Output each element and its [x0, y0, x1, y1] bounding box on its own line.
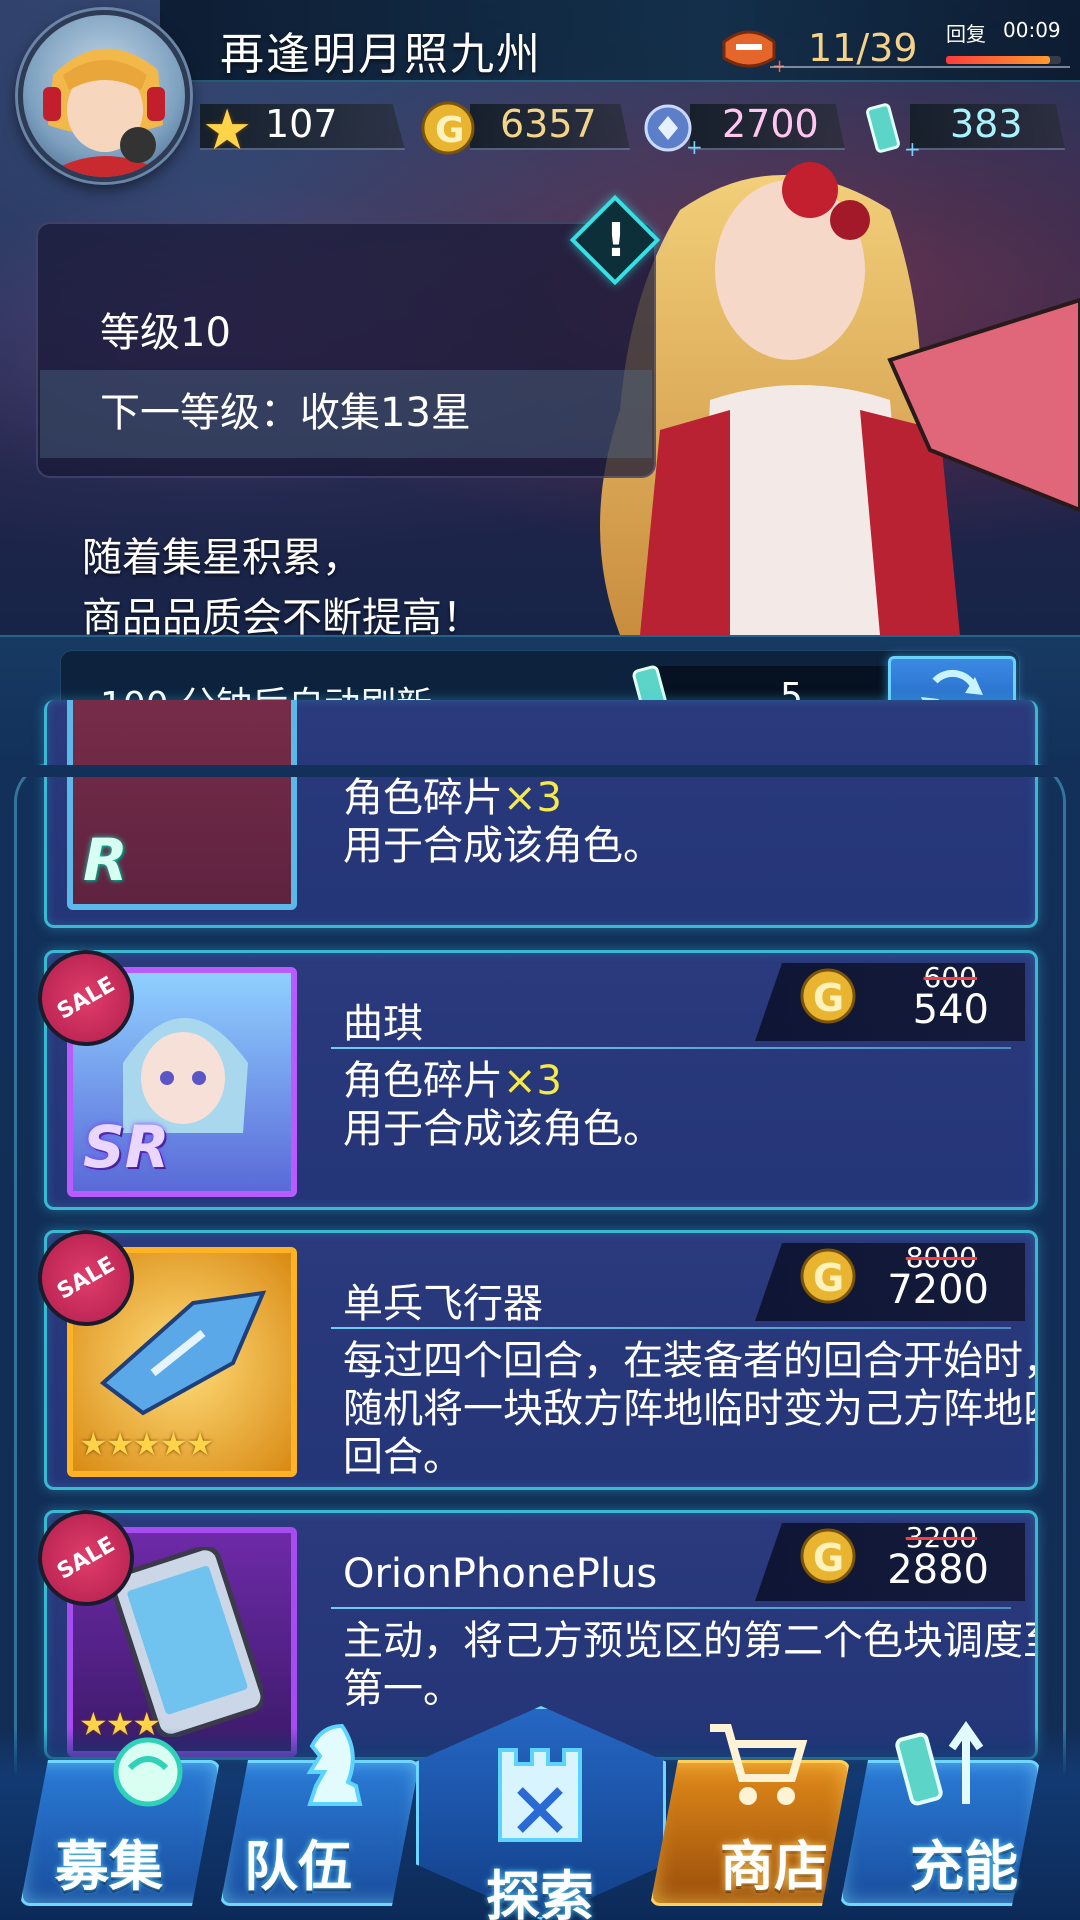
item-description: 每过四个回合，在装备者的回合开始时，随机将一块敌方阵地临时变为己方阵地四回合。	[343, 1338, 1038, 1480]
item-name: 单兵飞行器	[343, 1281, 543, 1327]
gold-coin-icon: G	[800, 968, 856, 1024]
stars-count: 107	[265, 102, 338, 146]
star-rating: ★★★★★	[79, 1425, 214, 1463]
star-icon: ★	[202, 98, 253, 163]
recruit-icon	[113, 1737, 183, 1807]
explore-castle-icon	[498, 1748, 582, 1842]
gems-count: 2700	[722, 102, 819, 146]
item-description: 角色碎片×3 用于合成该角色。	[343, 1057, 1035, 1153]
nav-recruit-label: 募集	[55, 1835, 163, 1898]
item-desc-rest: 用于合成该角色。	[343, 1106, 663, 1152]
card-divider	[331, 1327, 1011, 1329]
player-name: 再逢明月照九州	[220, 29, 542, 80]
player-avatar[interactable]	[18, 10, 190, 182]
item-desc-prefix: 角色碎片	[343, 1058, 503, 1104]
recover-bar-fill	[946, 56, 1050, 64]
recover-timer: 00:09	[1003, 18, 1061, 42]
next-level-requirement: 下一等级：收集13星	[100, 390, 471, 436]
charge-battery-icon	[895, 1721, 984, 1806]
knight-chess-icon	[306, 1723, 363, 1806]
gold-count: 6357	[500, 102, 597, 146]
recover-label: 回复	[946, 22, 986, 46]
svg-text:G: G	[813, 1256, 844, 1300]
item-name: 曲琪	[343, 1001, 423, 1047]
shopping-cart-icon	[710, 1724, 808, 1805]
sale-price: 2880	[887, 1547, 989, 1593]
gold-coin-icon: G	[800, 1528, 856, 1584]
svg-text:+: +	[772, 56, 784, 74]
svg-text:G: G	[813, 976, 844, 1020]
item-desc-quantity: ×3	[503, 1058, 562, 1104]
nav-charge-label: 充能	[910, 1835, 1018, 1898]
avatar-portrait	[43, 48, 173, 177]
item-description: 角色碎片×3 用于合成该角色。	[343, 774, 1035, 870]
nav-team-label: 队伍	[244, 1835, 352, 1898]
item-description: 主动，将己方预览区的第二个色块调度至第一。	[343, 1618, 1038, 1712]
nav-shop-label: 商店	[720, 1835, 828, 1898]
level-label: 等级10	[100, 310, 231, 356]
svg-text:+: +	[686, 135, 703, 156]
list-top-edge	[14, 765, 1066, 777]
sale-price: 7200	[887, 1267, 989, 1313]
item-thumbnail: R	[67, 700, 297, 910]
card-divider	[331, 1607, 1011, 1609]
rarity-badge: R	[83, 826, 128, 894]
shop-item-card[interactable]: ★★★★★ 单兵飞行器 G 8000 7200 每过四个回合，在装备者的回合开始…	[44, 1230, 1038, 1490]
gem-currency-icon[interactable]: +	[640, 100, 704, 156]
stamina-underline	[770, 66, 1070, 68]
info-exclamation-icon: !	[605, 213, 627, 267]
shop-item-card[interactable]: SR 曲琪 G 600 540 角色碎片×3 用于合成该角色。	[44, 950, 1038, 1210]
stamina-value: 11/39	[808, 26, 918, 70]
gold-coin-icon[interactable]: G	[420, 100, 476, 156]
hint-line-1: 随着集星积累，	[82, 535, 362, 581]
svg-text:G: G	[813, 1536, 844, 1580]
shop-item-card[interactable]: R 角色碎片×3 用于合成该角色。	[44, 700, 1038, 928]
rarity-badge: SR	[83, 1113, 170, 1181]
sale-price: 540	[912, 987, 989, 1033]
card-divider	[331, 1047, 1011, 1049]
gold-coin-icon: G	[800, 1248, 856, 1304]
nav-explore-label: 探索	[486, 1865, 594, 1920]
item-name: OrionPhonePlus	[343, 1551, 658, 1597]
energy-battery-icon[interactable]: +	[860, 98, 924, 158]
energy-count: 383	[950, 102, 1023, 146]
item-desc-prefix: 角色碎片	[343, 775, 503, 821]
item-desc-quantity: ×3	[503, 775, 562, 821]
svg-text:G: G	[435, 110, 465, 151]
svg-text:+: +	[904, 137, 921, 158]
item-desc-rest: 用于合成该角色。	[343, 823, 663, 869]
